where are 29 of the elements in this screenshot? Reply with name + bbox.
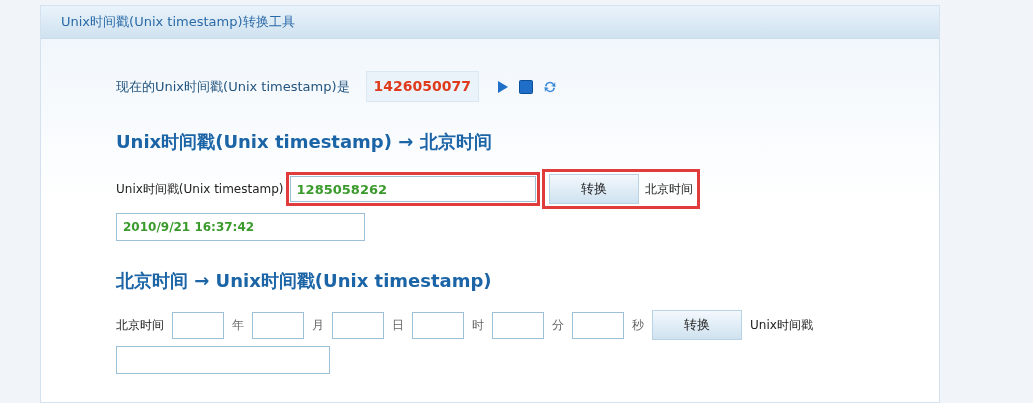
date-part-field[interactable]: [252, 311, 304, 339]
field-label: Unix时间戳(Unix timestamp): [116, 181, 284, 198]
date-part-field[interactable]: [332, 311, 384, 339]
unit-label: 秒: [632, 317, 644, 334]
refresh-icon[interactable]: [542, 79, 557, 94]
field-label: 北京时间: [116, 317, 164, 334]
unit-label: 时: [472, 317, 484, 334]
convert-button[interactable]: 转换: [652, 310, 742, 340]
section-heading: 北京时间 → Unix时间戳(Unix timestamp): [116, 269, 493, 293]
section-heading: Unix时间戳(Unix timestamp) → 北京时间: [116, 130, 493, 154]
date-part-field[interactable]: [572, 311, 624, 339]
result-label: 北京时间: [644, 181, 693, 198]
unit-label: 月: [312, 317, 324, 334]
result-field[interactable]: 2010/9/21 16:37:42: [116, 213, 365, 241]
timestamp-field[interactable]: 1285058262: [289, 176, 536, 202]
result-field[interactable]: [116, 346, 330, 374]
unit-label: 年: [232, 317, 244, 334]
play-icon[interactable]: [496, 79, 509, 94]
convert-button[interactable]: 转换: [548, 174, 639, 204]
unit-label: 日: [392, 317, 404, 334]
date-part-field[interactable]: [492, 311, 544, 339]
current-timestamp: 1426050077: [365, 71, 479, 102]
unit-label: 分: [552, 317, 564, 334]
date-part-field[interactable]: [172, 311, 224, 339]
result-label: Unix时间戳: [750, 317, 813, 334]
date-part-field[interactable]: [412, 311, 464, 339]
current-timestamp-label: 现在的Unix时间戳(Unix timestamp)是: [116, 77, 350, 96]
panel-title: Unix时间戳(Unix timestamp)转换工具: [61, 13, 295, 32]
stop-icon[interactable]: [518, 79, 533, 94]
